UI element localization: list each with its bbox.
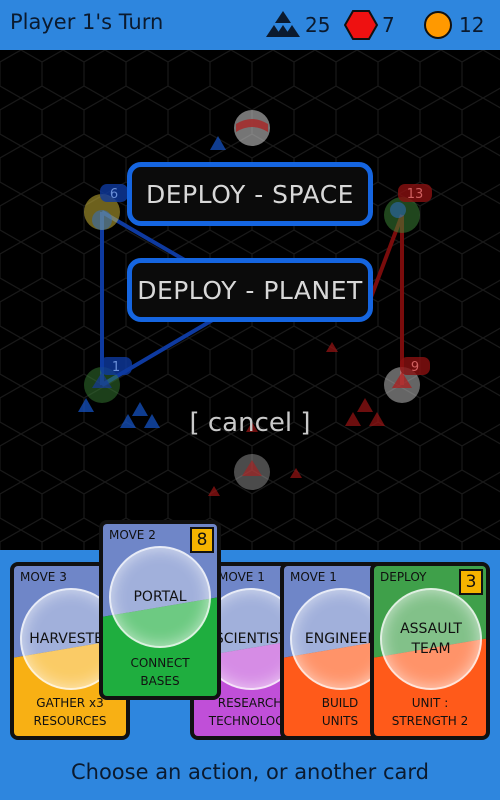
card-assault-team[interactable]: DEPLOY 3 ASSAULT TEAM UNIT : STRENGTH 2 — [370, 562, 490, 740]
hexagon-resource: 7 — [344, 9, 395, 41]
card-orb: ASSAULT TEAM — [380, 588, 482, 690]
card-move-label: MOVE 2 — [109, 528, 156, 542]
card-move-label: MOVE 1 — [290, 570, 337, 584]
planet-bottom[interactable] — [234, 454, 270, 490]
orb-resource: 12 — [423, 9, 484, 41]
node-label-1-text: 1 — [112, 360, 120, 375]
orange-circle-icon — [424, 11, 452, 39]
card-orb: PORTAL — [109, 546, 211, 648]
top-bar: Player 1's Turn 25 7 12 — [0, 0, 500, 50]
triangle-count: 25 — [305, 13, 331, 37]
node-label-6-text: 6 — [110, 187, 118, 202]
game-board[interactable]: 6 13 2 1 9 DEPLOY - SPACE DEPLOY - PLANE… — [0, 50, 500, 550]
card-effect: UNIT : STRENGTH 2 — [374, 694, 486, 730]
orb-count: 12 — [459, 13, 485, 37]
card-move-label: MOVE 3 — [20, 570, 67, 584]
red-hexagon-icon — [344, 10, 378, 40]
deploy-space-button[interactable]: DEPLOY - SPACE — [127, 162, 373, 226]
card-hand: MOVE 3 HARVESTER GATHER x3 RESOURCES MOV… — [0, 520, 500, 750]
card-title: ASSAULT TEAM — [400, 621, 462, 657]
card-effect-line-2: BASES — [140, 674, 180, 688]
node-label-9: 9 — [400, 357, 430, 375]
card-title: PORTAL — [133, 589, 187, 605]
hexagon-count: 7 — [382, 13, 395, 37]
card-portal-selected[interactable]: MOVE 2 8 PORTAL CONNECT BASES — [99, 520, 221, 700]
node-label-6: 6 — [100, 184, 128, 202]
status-message: Choose an action, or another card — [70, 760, 429, 784]
node-label-9-text: 9 — [411, 360, 419, 375]
card-effect: CONNECT BASES — [103, 654, 217, 690]
turn-title: Player 1's Turn — [10, 10, 164, 34]
card-effect-line-1: CONNECT — [130, 656, 190, 670]
card-effect-line-1: UNIT : — [411, 696, 449, 710]
planet-right[interactable] — [384, 197, 420, 233]
card-effect-line-2: STRENGTH 2 — [391, 714, 469, 728]
status-bar: Choose an action, or another card — [0, 750, 500, 800]
planet-top[interactable] — [234, 110, 270, 146]
cancel-button[interactable]: [ cancel ] — [150, 408, 350, 438]
triangle-resource: 25 — [265, 9, 330, 41]
node-label-13: 13 — [398, 184, 432, 202]
card-move-label: DEPLOY — [380, 570, 427, 584]
deploy-planet-button[interactable]: DEPLOY - PLANET — [127, 258, 373, 322]
card-move-label: MOVE 1 — [218, 570, 265, 584]
node-label-1: 1 — [100, 357, 132, 375]
node-label-13-text: 13 — [407, 187, 424, 202]
card-effect-line-2: RESOURCES — [33, 714, 107, 728]
triangles-icon — [266, 11, 300, 37]
